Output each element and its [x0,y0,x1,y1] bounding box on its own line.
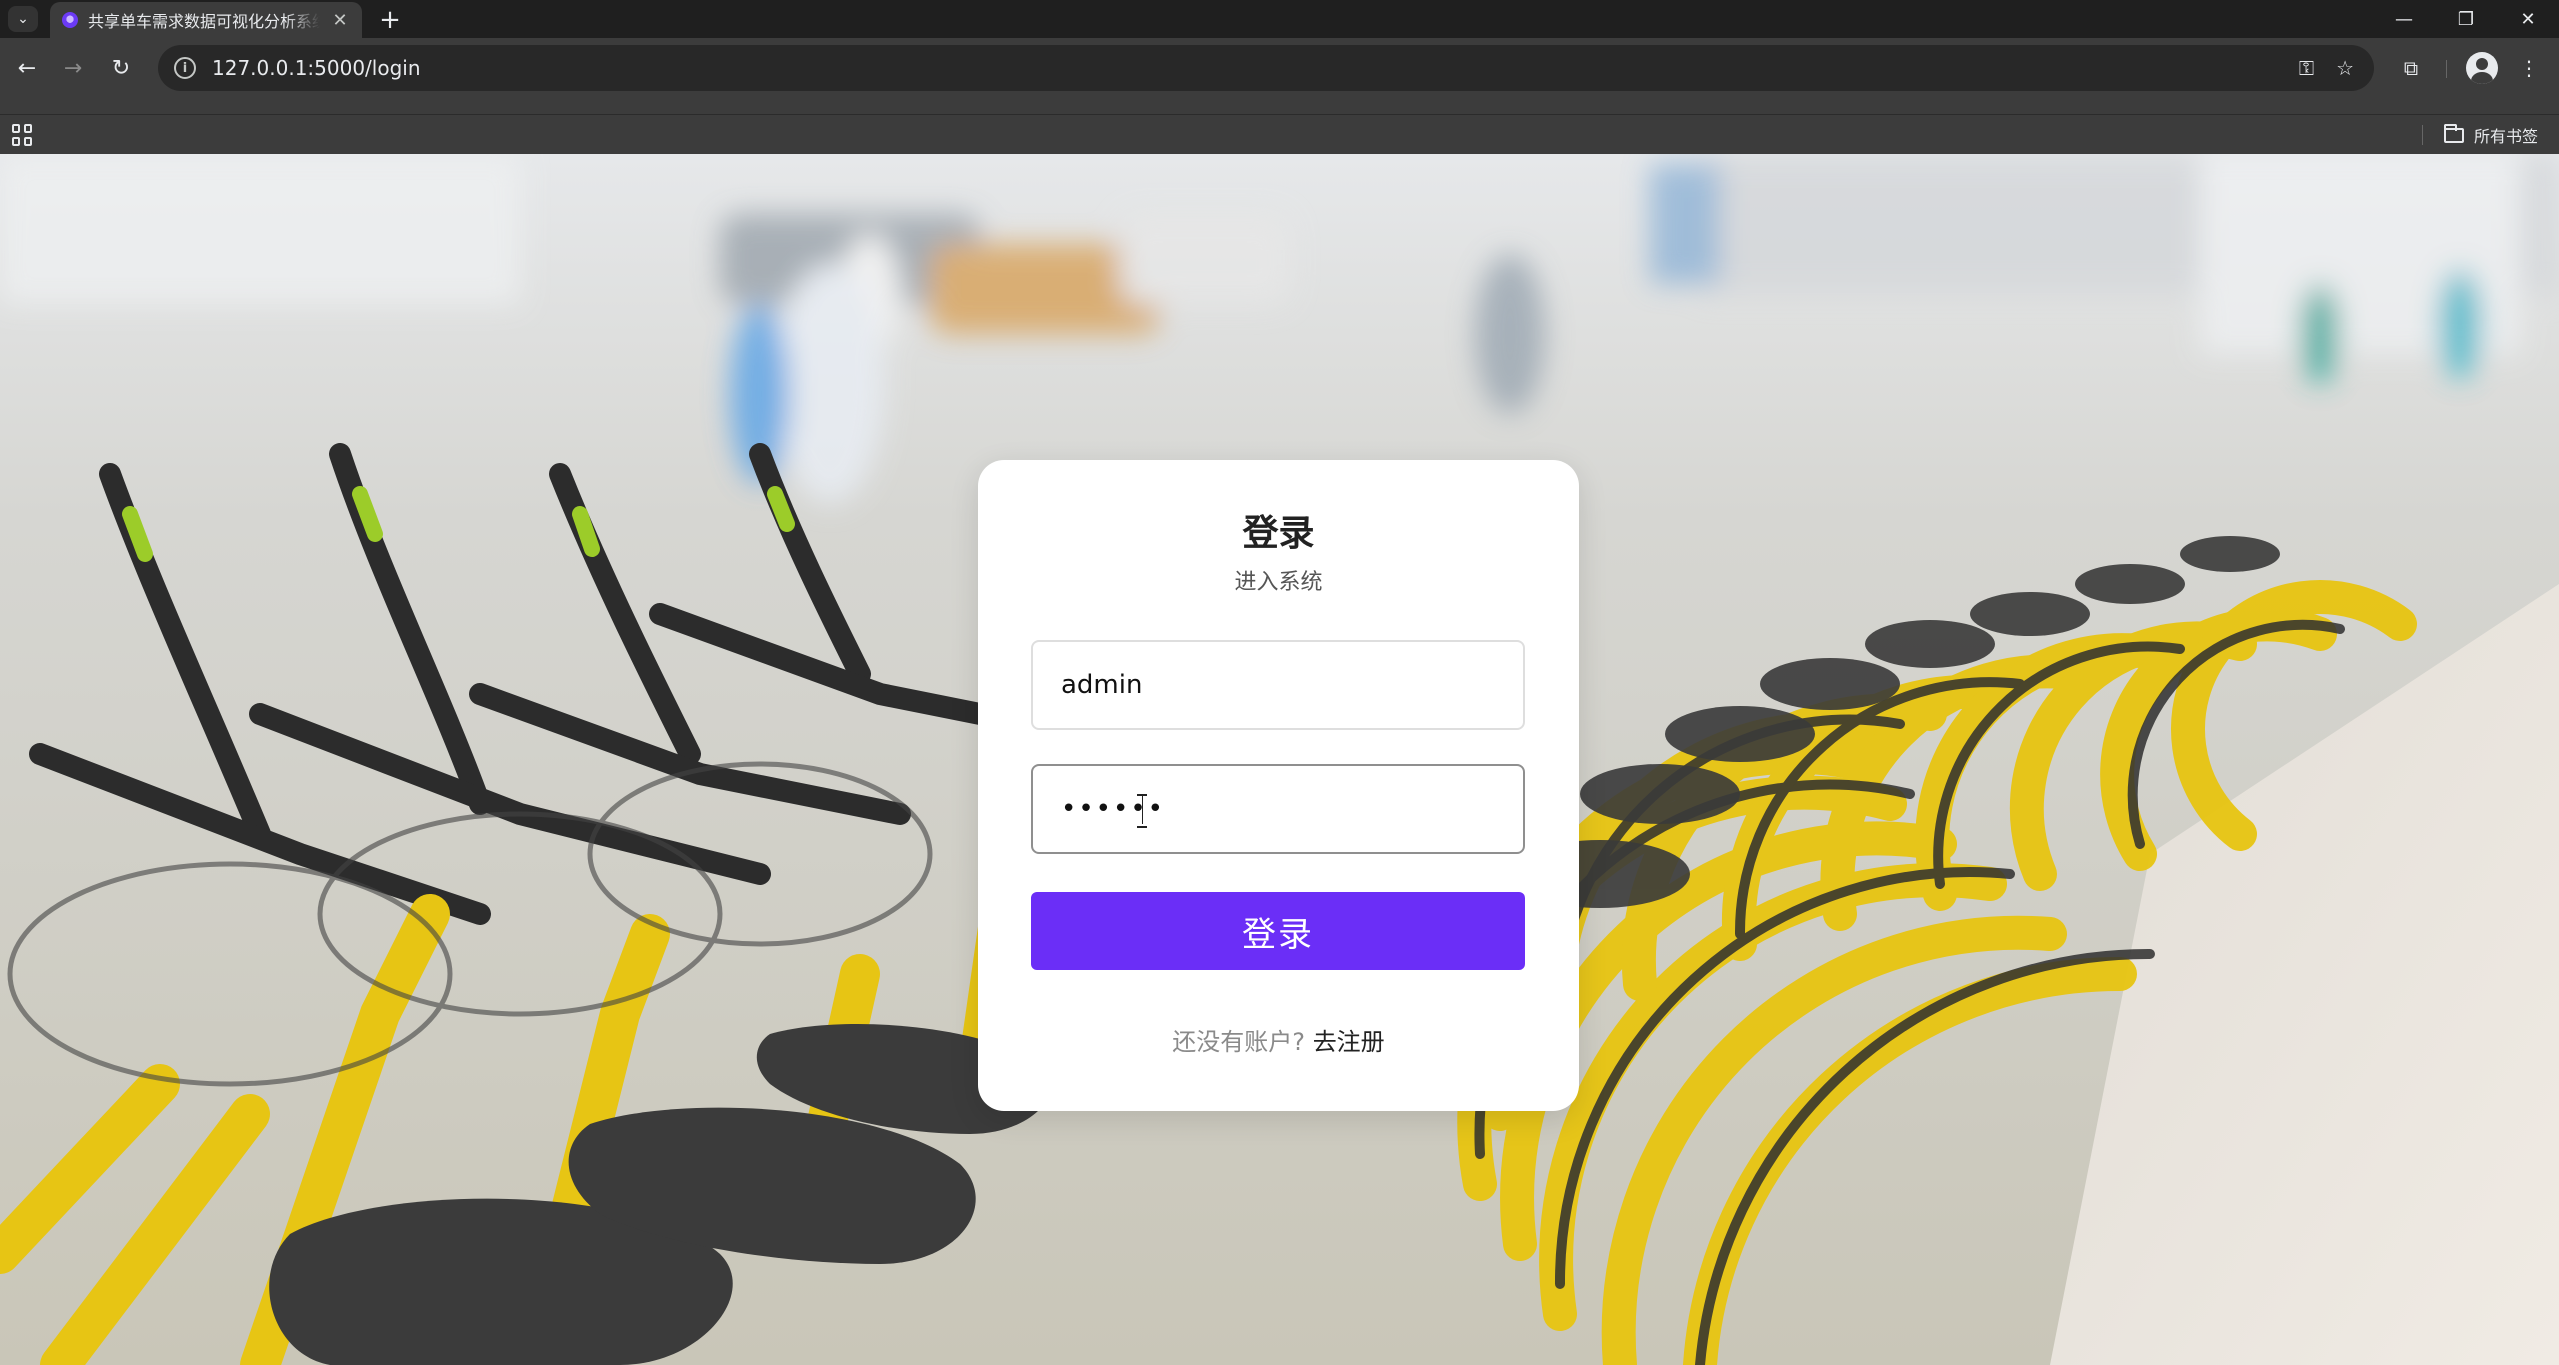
register-prompt-text: 还没有账户? [1172,1028,1306,1056]
page-viewport: 登录 进入系统 登录 还没有账户? 去注册 [0,154,2559,1365]
restore-icon: ❐ [2457,8,2475,30]
window-controls: — ❐ ✕ [2373,0,2559,38]
register-link[interactable]: 去注册 [1313,1028,1385,1056]
login-button[interactable]: 登录 [1031,892,1525,970]
password-input[interactable] [1031,764,1525,854]
login-card: 登录 进入系统 登录 还没有账户? 去注册 [978,460,1579,1111]
tab-title: 共享单车需求数据可视化分析系统 [88,12,320,31]
bookmarks-bar: 所有书签 [0,114,2559,154]
username-input[interactable] [1031,640,1525,730]
star-icon[interactable]: ☆ [2336,56,2354,80]
minimize-icon: — [2395,8,2413,30]
text-cursor-icon [1137,794,1147,828]
new-tab-button[interactable]: + [374,4,406,36]
bookmarks-divider [2422,125,2423,145]
apps-grid-icon[interactable] [12,124,34,146]
restore-button[interactable]: ❐ [2435,0,2497,38]
address-bar[interactable]: i 127.0.0.1:5000/login ⚿ ☆ [158,45,2374,91]
register-prompt-line: 还没有账户? 去注册 [978,1022,1579,1057]
forward-button[interactable]: → [56,51,90,85]
login-title: 登录 [1242,513,1315,554]
info-icon[interactable]: i [174,57,196,79]
profile-icon[interactable] [2466,52,2498,84]
reload-icon: ↻ [111,55,131,81]
key-icon[interactable]: ⚿ [2299,56,2314,80]
url-text[interactable]: 127.0.0.1:5000/login [212,56,2277,80]
forward-arrow-icon: → [63,55,83,81]
plus-icon: + [379,5,401,35]
all-bookmarks-button[interactable]: 所有书签 [2444,123,2538,147]
browser-toolbar: ← → ↻ i 127.0.0.1:5000/login ⚿ ☆ ⧉ ⋮ [0,38,2559,114]
login-subtitle: 进入系统 [1234,570,1323,595]
chevron-down-icon: ⌄ [17,11,29,27]
active-tab[interactable]: 共享单车需求数据可视化分析系统 ✕ [50,2,362,38]
puzzle-icon: ⧉ [2403,56,2419,80]
toolbar-divider [2446,60,2447,78]
close-icon: ✕ [2520,8,2536,30]
back-arrow-icon: ← [17,55,37,81]
tab-search-button[interactable]: ⌄ [8,6,38,32]
close-icon[interactable]: ✕ [330,10,350,31]
all-bookmarks-label: 所有书签 [2474,127,2539,146]
folder-icon [2444,123,2464,143]
back-button[interactable]: ← [10,51,44,85]
menu-button[interactable]: ⋮ [2512,51,2546,85]
close-window-button[interactable]: ✕ [2497,0,2559,38]
tab-strip: ⌄ 共享单车需求数据可视化分析系统 ✕ + — ❐ ✕ [0,0,2559,38]
minimize-button[interactable]: — [2373,0,2435,38]
reload-button[interactable]: ↻ [104,51,138,85]
more-vert-icon: ⋮ [2519,56,2539,80]
extensions-button[interactable]: ⧉ [2394,51,2428,85]
favicon-icon [62,12,78,28]
